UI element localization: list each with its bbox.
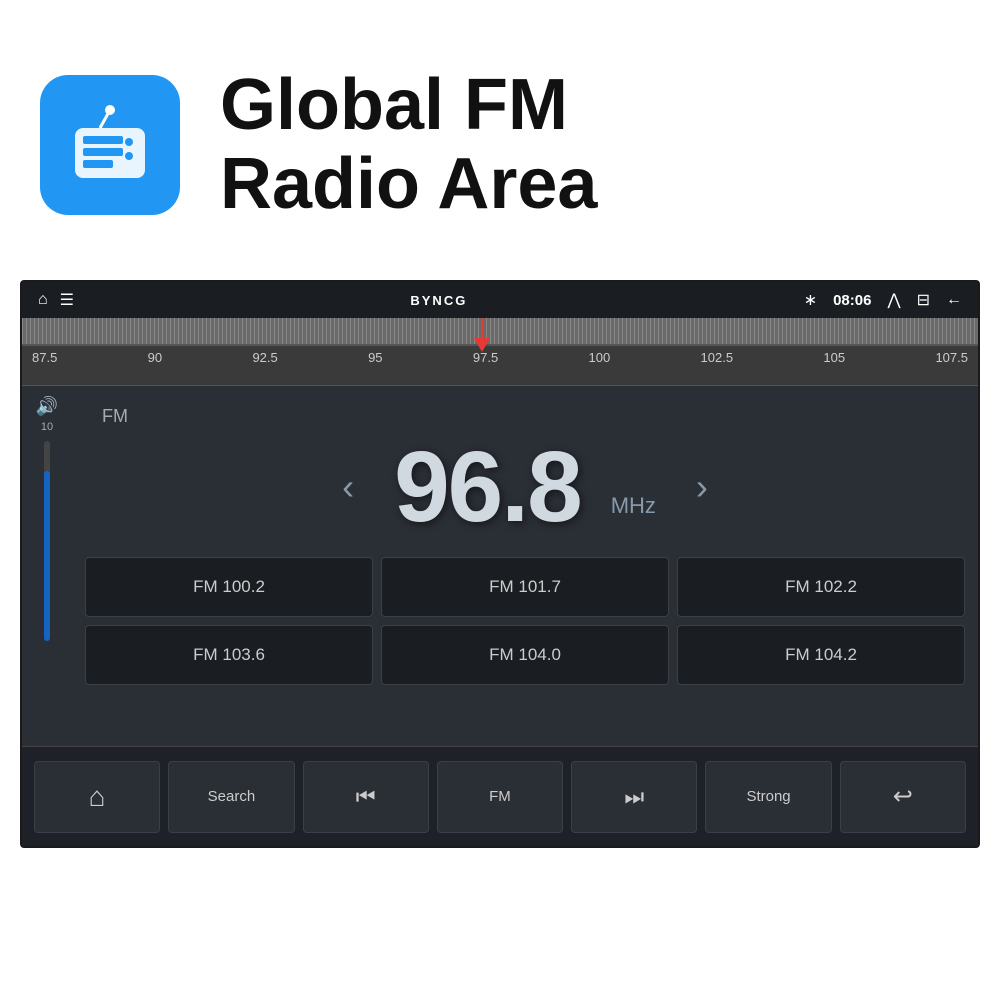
volume-icon: 🔊 — [36, 396, 58, 417]
ruler-labels: 87.5 90 92.5 95 97.5 100 102.5 105 107.5 — [22, 346, 978, 365]
freq-ruler[interactable]: 87.5 90 92.5 95 97.5 100 102.5 105 107.5 — [22, 318, 978, 386]
freq-label-102: 102.5 — [701, 350, 734, 365]
bottom-toolbar: ⌂ Search ⏮ FM ⏭ Strong ↩ — [22, 746, 978, 846]
preset-4[interactable]: FM 103.6 — [85, 625, 373, 685]
radio-device: ⌂ ☰ BYNCG ∗ 08:06 ⋀ ⊟ ← 87.5 90 92.5 95 … — [20, 280, 980, 848]
app-title-text: Global FM Radio Area — [220, 66, 597, 224]
next-freq-button[interactable]: › — [686, 456, 718, 518]
home-status-icon[interactable]: ⌂ — [38, 291, 48, 309]
status-bar: ⌂ ☰ BYNCG ∗ 08:06 ⋀ ⊟ ← — [22, 282, 978, 318]
freq-unit: MHz — [611, 493, 656, 519]
freq-label-100: 100 — [589, 350, 611, 365]
band-label: FM — [102, 406, 128, 427]
volume-label: 10 — [41, 421, 53, 433]
freq-label-95: 95 — [368, 350, 382, 365]
back-status-icon[interactable]: ← — [946, 291, 962, 309]
branding-section: Global FM Radio Area — [0, 0, 1000, 280]
freq-label-97: 97.5 — [473, 350, 498, 365]
frequency-value: 96.8 — [394, 437, 581, 537]
freq-label-105: 105 — [823, 350, 845, 365]
volume-fill — [44, 471, 50, 641]
search-button[interactable]: Search — [168, 761, 294, 833]
fm-button[interactable]: FM — [437, 761, 563, 833]
freq-number: 96.8 — [394, 431, 581, 543]
freq-label-92: 92.5 — [252, 350, 277, 365]
prev-button[interactable]: ⏮ — [303, 761, 429, 833]
freq-label-107: 107.5 — [935, 350, 968, 365]
freq-label-90: 90 — [148, 350, 162, 365]
prev-icon: ⏮ — [356, 784, 376, 810]
strong-button[interactable]: Strong — [705, 761, 831, 833]
radio-icon — [65, 100, 155, 190]
home-button[interactable]: ⌂ — [34, 761, 160, 833]
window-icon[interactable]: ⊟ — [917, 290, 930, 310]
ruler-indicator-arrow — [474, 338, 490, 352]
brand-label: BYNCG — [410, 293, 467, 308]
up-arrow-icon[interactable]: ⋀ — [887, 290, 900, 310]
status-left: ⌂ ☰ — [38, 290, 74, 310]
menu-status-icon[interactable]: ☰ — [60, 290, 74, 310]
preset-5[interactable]: FM 104.0 — [381, 625, 669, 685]
left-panel: 🔊 10 — [22, 386, 72, 746]
back-button[interactable]: ↩ — [840, 761, 966, 833]
ruler-bar — [22, 318, 978, 346]
status-right: ∗ 08:06 ⋀ ⊟ ← — [804, 290, 962, 310]
preset-3[interactable]: FM 102.2 — [677, 557, 965, 617]
presets-grid: FM 100.2 FM 101.7 FM 102.2 FM 103.6 FM 1… — [85, 557, 965, 685]
bluetooth-icon: ∗ — [804, 290, 817, 310]
preset-1[interactable]: FM 100.2 — [85, 557, 373, 617]
app-icon — [40, 75, 180, 215]
freq-label-87: 87.5 — [32, 350, 57, 365]
app-title: Global FM Radio Area — [220, 66, 597, 224]
preset-2[interactable]: FM 101.7 — [381, 557, 669, 617]
clock: 08:06 — [833, 292, 871, 309]
prev-freq-button[interactable]: ‹ — [332, 456, 364, 518]
freq-display: ‹ 96.8 MHz › — [72, 437, 978, 537]
preset-6[interactable]: FM 104.2 — [677, 625, 965, 685]
next-button[interactable]: ⏭ — [571, 761, 697, 833]
center-panel: FM ‹ 96.8 MHz › FM 100.2 FM 101.7 FM 102… — [72, 386, 978, 746]
main-content: 🔊 10 FM ‹ 96.8 MHz › FM 100.2 FM 101.7 F… — [22, 386, 978, 746]
volume-bar[interactable] — [44, 441, 50, 641]
next-icon: ⏭ — [624, 784, 644, 810]
